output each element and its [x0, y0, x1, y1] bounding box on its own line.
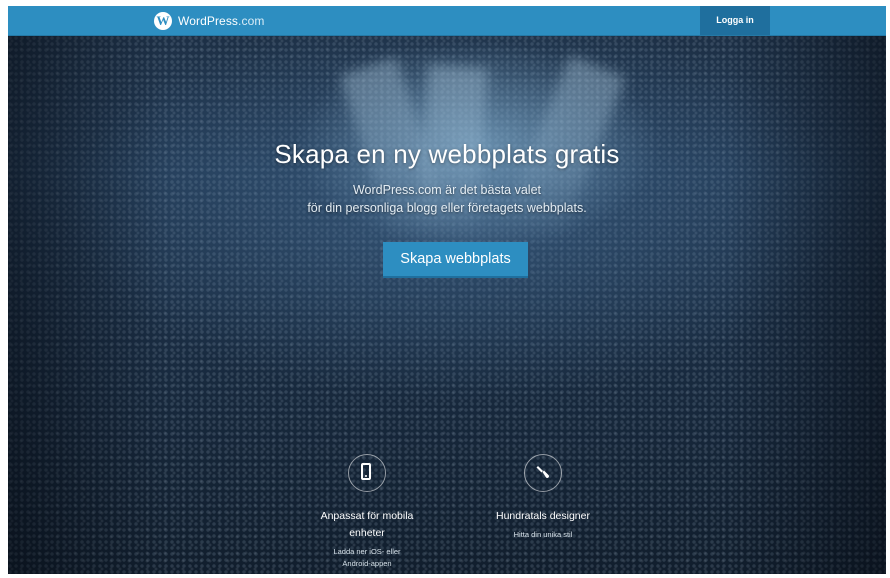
create-website-button[interactable]: Skapa webbplats: [383, 242, 528, 278]
phone-glyph: [361, 463, 371, 480]
top-navigation-bar: W WordPress.com Logga in: [8, 6, 886, 36]
wordpress-brand[interactable]: W WordPress.com: [154, 11, 264, 31]
page-title: Skapa en ny webbplats gratis: [274, 139, 620, 169]
feature-title: Hundratals designer: [463, 508, 623, 525]
brand-name: WordPress.com: [178, 14, 265, 28]
feature-desc-line[interactable]: Android-appen: [287, 558, 447, 570]
login-button[interactable]: Logga in: [700, 6, 770, 35]
feature-description: Ladda ner iOS- eller Android-appen: [287, 546, 447, 570]
feature-designs: Hundratals designer Hitta din unika stil: [463, 454, 623, 541]
hero-subtitle-line-1: WordPress.com är det bästa valet: [352, 183, 542, 197]
feature-desc-line[interactable]: Ladda ner iOS- eller: [287, 546, 447, 558]
feature-title-line: Anpassat för mobila: [320, 510, 414, 522]
hero-background: [8, 36, 886, 574]
wordpress-logo-icon: W: [154, 12, 172, 30]
paintbrush-icon: [524, 454, 562, 492]
feature-description: Hitta din unika stil: [463, 529, 623, 541]
paintbrush-glyph: [536, 466, 550, 479]
feature-title-line: enheter: [349, 527, 385, 539]
feature-title: Anpassat för mobila enheter: [287, 508, 447, 542]
feature-desc-line: Hitta din unika stil: [513, 530, 573, 539]
hero-subtitle-line-2: för din personliga blogg eller företaget…: [307, 201, 587, 215]
feature-mobile: Anpassat för mobila enheter Ladda ner iO…: [287, 454, 447, 570]
page-frame: W WordPress.com Logga in Skapa en ny web…: [8, 6, 886, 574]
feature-title-line: Hundratals designer: [496, 510, 590, 522]
mobile-phone-icon: [348, 454, 386, 492]
